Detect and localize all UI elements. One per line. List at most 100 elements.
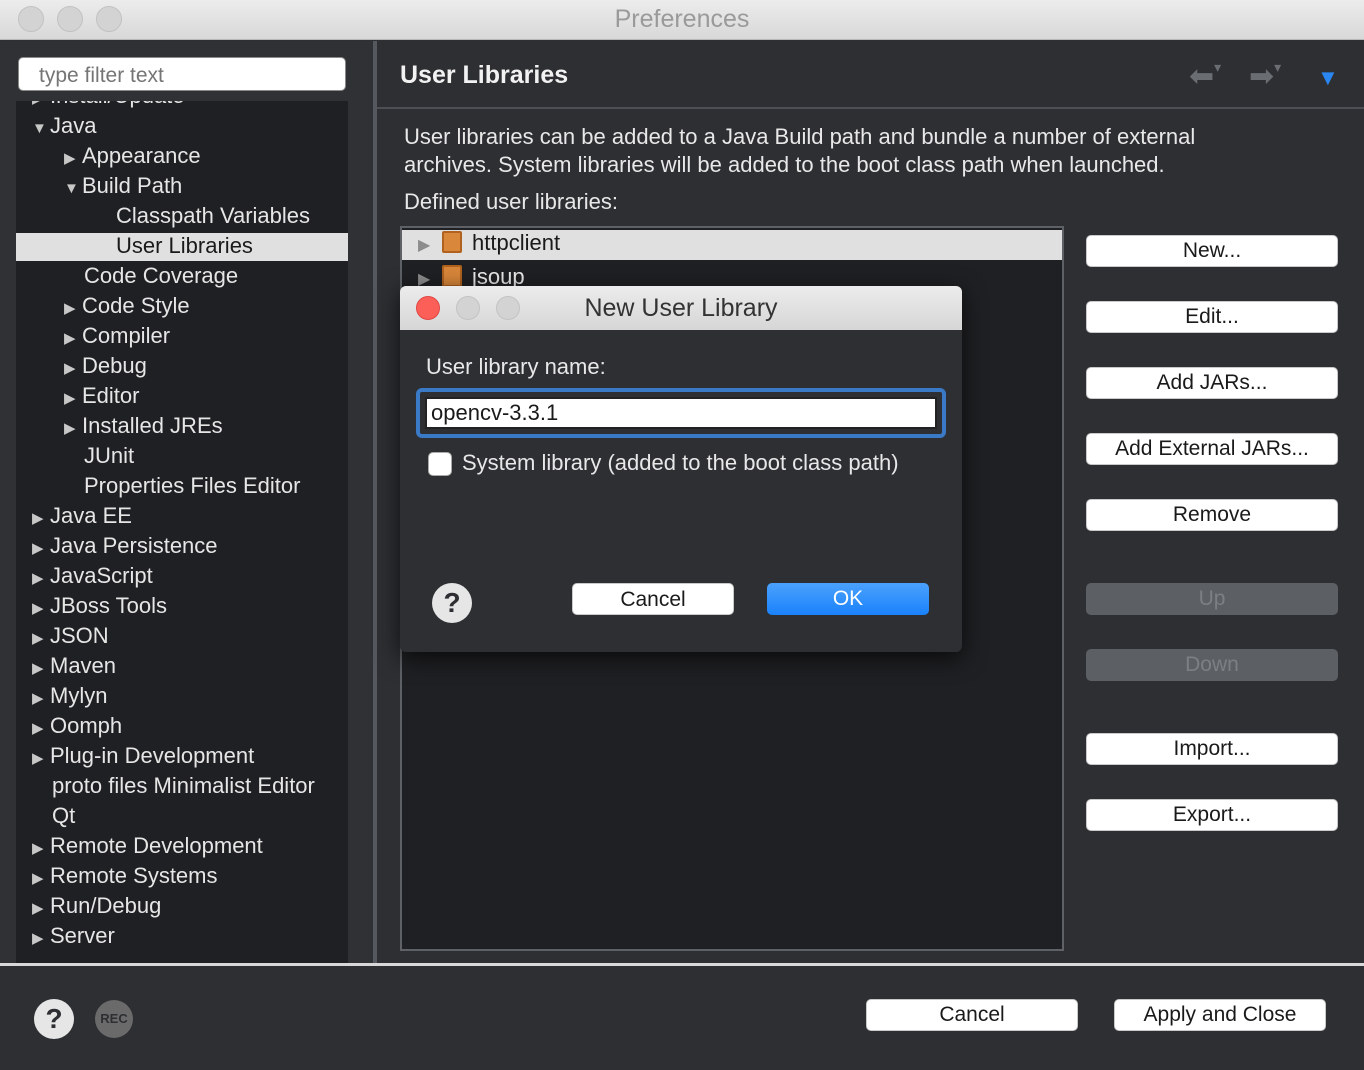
sidebar-item-label: JavaScript	[50, 563, 153, 588]
dialog-title: New User Library	[584, 294, 778, 322]
sidebar-item-junit[interactable]: JUnit	[84, 443, 134, 471]
library-name-input[interactable]	[425, 397, 937, 429]
sidebar-item-label: User Libraries	[116, 233, 253, 258]
sidebar-item-label: Debug	[82, 353, 147, 378]
sidebar-item-plug-in-development[interactable]: ▶ Plug-in Development	[32, 743, 254, 771]
collapsed-arrow-icon[interactable]: ▶	[32, 569, 50, 587]
add-external-jars-button[interactable]: Add External JARs...	[1086, 433, 1338, 465]
sidebar-item-server[interactable]: ▶ Server	[32, 923, 115, 951]
sidebar-item-label: Remote Development	[50, 833, 263, 858]
sidebar-item-label: Java Persistence	[50, 533, 218, 558]
sidebar-item-classpath-variables[interactable]: Classpath Variables	[116, 203, 310, 231]
sidebar-item-label: Install/Update	[50, 101, 185, 108]
sidebar-item-remote-systems[interactable]: ▶ Remote Systems	[32, 863, 218, 891]
dialog-cancel-button[interactable]: Cancel	[572, 583, 734, 615]
view-menu-chevron-down-icon[interactable]: ▼	[1317, 65, 1339, 91]
sidebar-item-run-debug[interactable]: ▶ Run/Debug	[32, 893, 161, 921]
collapsed-arrow-icon[interactable]: ▶	[64, 389, 82, 407]
sidebar-item-install-update[interactable]: ▶Install/Update	[32, 101, 185, 111]
up-button[interactable]: Up	[1086, 583, 1338, 615]
library-item[interactable]: ▶ httpclient	[402, 230, 1062, 260]
system-library-checkbox[interactable]	[428, 452, 452, 476]
sidebar-item-remote-development[interactable]: ▶ Remote Development	[32, 833, 263, 861]
sidebar-item-json[interactable]: ▶ JSON	[32, 623, 109, 651]
collapsed-arrow-icon[interactable]: ▶	[64, 419, 82, 437]
sidebar-item-label: Oomph	[50, 713, 123, 738]
collapsed-arrow-icon[interactable]: ▶	[32, 869, 50, 887]
expanded-arrow-icon[interactable]: ▼	[64, 180, 82, 197]
collapsed-arrow-icon[interactable]: ▶	[32, 659, 50, 677]
collapsed-arrow-icon[interactable]: ▶	[64, 329, 82, 347]
expanded-arrow-icon[interactable]: ▼	[32, 120, 50, 137]
sidebar-item-label: Remote Systems	[50, 863, 218, 888]
sidebar-item-jboss-tools[interactable]: ▶ JBoss Tools	[32, 593, 167, 621]
collapsed-arrow-icon[interactable]: ▶	[64, 149, 82, 167]
sidebar-item-build-path[interactable]: ▼ Build Path	[64, 173, 182, 201]
import-button[interactable]: Import...	[1086, 733, 1338, 765]
sidebar-item-maven[interactable]: ▶ Maven	[32, 653, 116, 681]
collapsed-arrow-icon[interactable]: ▶	[32, 899, 50, 917]
back-arrow-icon[interactable]: ⬅▾	[1189, 59, 1221, 94]
sidebar-item-label: JUnit	[84, 443, 135, 468]
sidebar-item-label: Maven	[50, 653, 117, 678]
sidebar-item-qt[interactable]: Qt	[52, 803, 75, 831]
collapsed-arrow-icon[interactable]: ▶	[32, 929, 50, 947]
collapsed-arrow-icon[interactable]: ▶	[64, 359, 82, 377]
new-button[interactable]: New...	[1086, 235, 1338, 267]
sidebar-item-label: JSON	[50, 623, 109, 648]
sidebar-item-label: Code Style	[82, 293, 190, 318]
sidebar-item-user-libraries[interactable]: User Libraries	[16, 233, 348, 261]
collapsed-arrow-icon[interactable]: ▶	[32, 629, 50, 647]
sidebar-item-debug[interactable]: ▶ Debug	[64, 353, 147, 381]
sidebar-item-java[interactable]: ▼ Java	[32, 113, 96, 141]
help-icon[interactable]: ?	[34, 999, 74, 1039]
collapsed-arrow-icon[interactable]: ▶	[32, 719, 50, 737]
export-button[interactable]: Export...	[1086, 799, 1338, 831]
dialog-title-bar: New User Library	[400, 286, 962, 330]
collapsed-arrow-icon[interactable]: ▶	[32, 539, 50, 557]
collapsed-arrow-icon[interactable]: ▶	[32, 749, 50, 767]
remove-button[interactable]: Remove	[1086, 499, 1338, 531]
dialog-help-icon[interactable]: ?	[432, 583, 472, 623]
cancel-button[interactable]: Cancel	[866, 999, 1078, 1031]
sidebar-item-label: Compiler	[82, 323, 171, 348]
edit-button[interactable]: Edit...	[1086, 301, 1338, 333]
sidebar-item-compiler[interactable]: ▶ Compiler	[64, 323, 170, 351]
sidebar-item-mylyn[interactable]: ▶ Mylyn	[32, 683, 107, 711]
collapsed-arrow-icon[interactable]: ▶	[32, 599, 50, 617]
apply-and-close-button[interactable]: Apply and Close	[1114, 999, 1326, 1031]
collapsed-arrow-icon[interactable]: ▶	[32, 509, 50, 527]
record-macro-icon[interactable]: REC	[95, 1000, 133, 1038]
collapsed-arrow-icon[interactable]: ▶	[32, 689, 50, 707]
new-user-library-dialog: New User Library User library name: Syst…	[400, 286, 962, 652]
sidebar-item-properties-files-editor[interactable]: Properties Files Editor	[84, 473, 300, 501]
dialog-ok-button[interactable]: OK	[767, 583, 929, 615]
collapsed-arrow-icon[interactable]: ▶	[32, 839, 50, 857]
window-title: Preferences	[614, 5, 750, 33]
sidebar-item-java-ee[interactable]: ▶ Java EE	[32, 503, 132, 531]
forward-arrow-icon[interactable]: ➡▾	[1249, 59, 1281, 94]
sidebar-item-editor[interactable]: ▶ Editor	[64, 383, 139, 411]
down-button[interactable]: Down	[1086, 649, 1338, 681]
filter-input[interactable]	[18, 57, 346, 91]
sidebar-item-appearance[interactable]: ▶ Appearance	[64, 143, 201, 171]
sidebar-item-javascript[interactable]: ▶ JavaScript	[32, 563, 153, 591]
library-name-label: User library name:	[426, 354, 606, 379]
sidebar-item-java-persistence[interactable]: ▶ Java Persistence	[32, 533, 218, 561]
system-library-label[interactable]: System library (added to the boot class …	[462, 450, 899, 476]
add-jars-button[interactable]: Add JARs...	[1086, 367, 1338, 399]
sidebar-item-installed-jres[interactable]: ▶ Installed JREs	[64, 413, 223, 441]
sidebar-item-oomph[interactable]: ▶ Oomph	[32, 713, 122, 741]
sidebar-item-code-style[interactable]: ▶ Code Style	[64, 293, 190, 321]
collapsed-arrow-icon[interactable]: ▶	[64, 299, 82, 317]
preferences-tree[interactable]: ▶Install/Update▼Java▶Appearance▼Build Pa…	[16, 101, 348, 963]
sidebar-item-proto-files-minimalist-editor[interactable]: proto files Minimalist Editor	[52, 773, 315, 801]
library-book-icon	[442, 265, 462, 287]
expand-arrow-icon[interactable]: ▶	[418, 235, 442, 255]
sidebar-item-label: Run/Debug	[50, 893, 162, 918]
sidebar-item-code-coverage[interactable]: Code Coverage	[84, 263, 238, 291]
collapsed-arrow-icon[interactable]: ▶	[32, 101, 50, 107]
page-description: User libraries can be added to a Java Bu…	[404, 124, 1196, 177]
sidebar-item-label: Qt	[52, 803, 76, 828]
sidebar-item-label: Code Coverage	[84, 263, 239, 288]
